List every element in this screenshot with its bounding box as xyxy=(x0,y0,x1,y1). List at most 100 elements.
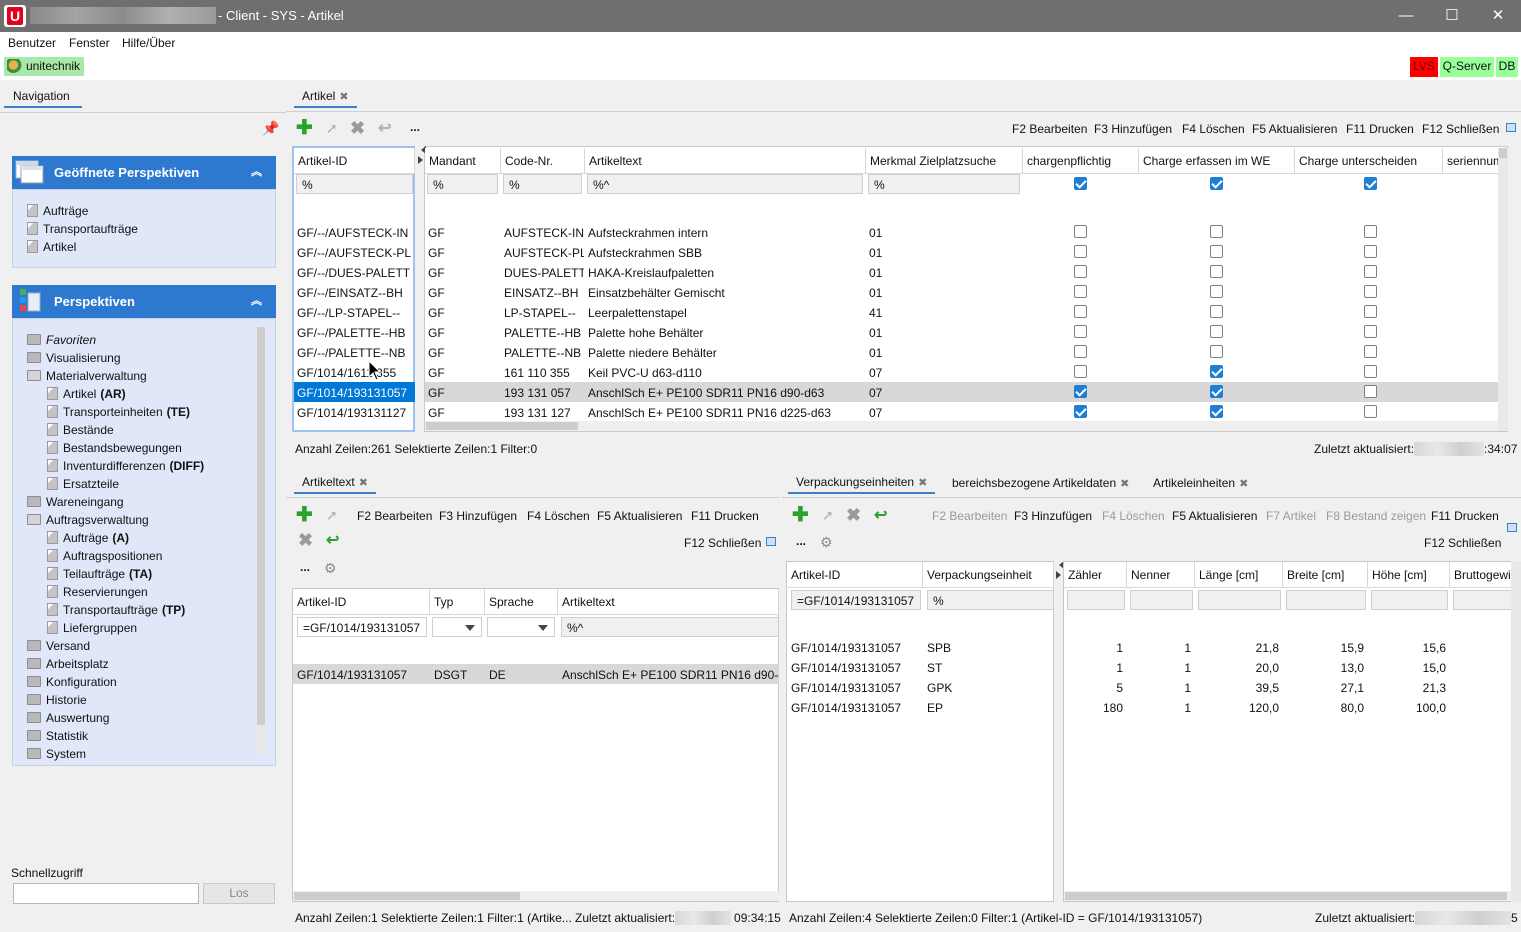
tree-item-aufträge[interactable]: Aufträge (A) xyxy=(47,531,129,545)
tree-item-ersatzteile[interactable]: Ersatzteile xyxy=(47,477,119,491)
filter-hoehe-input[interactable] xyxy=(1371,590,1448,610)
f3-add-button[interactable]: F3 Hinzufügen xyxy=(439,509,517,523)
opened-item-transportauftraege[interactable]: Transportaufträge xyxy=(27,222,138,236)
row-c2-checkbox[interactable] xyxy=(1210,225,1223,238)
pin-icon[interactable]: 📌 xyxy=(262,120,279,137)
filter-typ-select[interactable] xyxy=(432,617,482,637)
scroll-thumb[interactable] xyxy=(426,422,578,430)
more-button[interactable]: ... xyxy=(300,560,310,574)
perspectives-scrollbar[interactable] xyxy=(256,327,266,753)
col-charge-unterscheiden[interactable]: Charge unterscheiden xyxy=(1295,148,1443,174)
tree-item-auftragspositionen[interactable]: Auftragspositionen xyxy=(47,549,162,563)
settings-gear-icon[interactable]: ⚙ xyxy=(324,560,337,577)
vp-fkey-f3-button[interactable]: F3 Hinzufügen xyxy=(1014,509,1092,523)
filter-artikel-id-input[interactable]: =GF/1014/193131057 xyxy=(791,590,921,610)
tab-artikel[interactable]: Artikel ✖ xyxy=(294,84,357,108)
tree-item-wareneingang[interactable]: Wareneingang xyxy=(27,495,124,509)
tree-item-historie[interactable]: Historie xyxy=(27,693,87,707)
col-artikeltext[interactable]: Artikeltext xyxy=(558,589,779,615)
row-c3-checkbox[interactable] xyxy=(1364,285,1377,298)
tree-item-arbeitsplatz[interactable]: Arbeitsplatz xyxy=(27,657,109,671)
f4-delete-button[interactable]: F4 Löschen xyxy=(527,509,590,523)
row-c3-checkbox[interactable] xyxy=(1364,245,1377,258)
filter-code-input[interactable]: % xyxy=(503,174,582,194)
tree-item-artikel[interactable]: Artikel (AR) xyxy=(47,387,126,401)
tree-item-konfiguration[interactable]: Konfiguration xyxy=(27,675,117,689)
vp-fkey-f11-button[interactable]: F11 Drucken xyxy=(1431,509,1499,523)
col-artikel-id[interactable]: Artikel-ID xyxy=(787,562,923,588)
tree-item-bestände[interactable]: Bestände xyxy=(47,423,114,437)
vp-fkey-f5-button[interactable]: F5 Aktualisieren xyxy=(1172,509,1257,523)
tab-artikeleinheiten[interactable]: Artikeleinheiten ✖ xyxy=(1153,476,1248,490)
article-grid-vscrollbar[interactable] xyxy=(1498,148,1508,431)
filter-artikeltext-input[interactable]: %^ xyxy=(587,174,863,194)
filter-chargenpflichtig-checkbox[interactable] xyxy=(1074,177,1087,190)
filter-charge-erfassen-checkbox[interactable] xyxy=(1210,177,1223,190)
tree-item-teilaufträge[interactable]: Teilaufträge (TA) xyxy=(47,567,152,581)
col-mandant[interactable]: Mandant xyxy=(425,148,501,174)
col-charge-erfassen[interactable]: Charge erfassen im WE xyxy=(1139,148,1295,174)
row-c2-checkbox[interactable] xyxy=(1210,385,1223,398)
row-c2-checkbox[interactable] xyxy=(1210,345,1223,358)
row-c1-checkbox[interactable] xyxy=(1074,325,1087,338)
row-c3-checkbox[interactable] xyxy=(1364,385,1377,398)
filter-mandant-input[interactable]: % xyxy=(427,174,498,194)
tree-item-versand[interactable]: Versand xyxy=(27,639,90,653)
row-c3-checkbox[interactable] xyxy=(1364,405,1377,418)
tree-item-favoriten[interactable]: Favoriten xyxy=(27,333,96,347)
f5-refresh-button[interactable]: F5 Aktualisieren xyxy=(597,509,682,523)
quick-access-go-button[interactable]: Los xyxy=(203,883,275,904)
menu-hilfe[interactable]: Hilfe/Über xyxy=(122,36,175,50)
menu-benutzer[interactable]: Benutzer xyxy=(8,36,56,50)
row-c1-checkbox[interactable] xyxy=(1074,345,1087,358)
row-c1-checkbox[interactable] xyxy=(1074,225,1087,238)
view-menu-icon[interactable] xyxy=(1507,523,1517,532)
opened-perspectives-header[interactable]: Geöffnete Perspektiven ︽ xyxy=(12,156,276,189)
opened-item-auftraege[interactable]: Aufträge xyxy=(27,204,88,218)
filter-sprache-select[interactable] xyxy=(487,617,555,637)
col-hoehe[interactable]: Höhe [cm] xyxy=(1368,562,1450,588)
tab-bereichsbezogene-artikeldaten[interactable]: bereichsbezogene Artikeldaten ✖ xyxy=(952,476,1129,490)
filter-artikeltext-input[interactable]: %^ xyxy=(561,617,779,637)
f11-print-button[interactable]: F11 Drucken xyxy=(691,509,759,523)
filter-merkmal-input[interactable]: % xyxy=(868,174,1020,194)
col-artikel-id[interactable]: Artikel-ID xyxy=(294,148,415,174)
row-c1-checkbox[interactable] xyxy=(1074,385,1087,398)
vp-fkey-f4-button[interactable]: F4 Löschen xyxy=(1102,509,1165,523)
vp-fkey-f8-button[interactable]: F8 Bestand zeigen xyxy=(1326,509,1426,523)
tree-item-materialverwaltung[interactable]: Materialverwaltung xyxy=(27,369,147,383)
tree-item-auftragsverwaltung[interactable]: Auftragsverwaltung xyxy=(27,513,149,527)
row-c2-checkbox[interactable] xyxy=(1210,285,1223,298)
col-zaehler[interactable]: Zähler xyxy=(1064,562,1127,588)
row-c2-checkbox[interactable] xyxy=(1210,265,1223,278)
f12-close-button[interactable]: F12 Schließen xyxy=(1424,536,1501,550)
filter-breite-input[interactable] xyxy=(1286,590,1366,610)
f12-close-button[interactable]: F12 Schließen xyxy=(684,536,761,550)
view-menu-icon[interactable] xyxy=(766,537,776,546)
filter-nenner-input[interactable] xyxy=(1130,590,1193,610)
opened-item-artikel[interactable]: Artikel xyxy=(27,240,76,254)
add-icon[interactable]: ✚ xyxy=(792,505,809,525)
minimize-button[interactable]: — xyxy=(1383,0,1429,32)
close-tab-icon[interactable]: ✖ xyxy=(359,477,368,489)
filter-laenge-input[interactable] xyxy=(1198,590,1281,610)
col-merkmal-zielplatzsuche[interactable]: Merkmal Zielplatzsuche xyxy=(866,148,1023,174)
col-verpackungseinheit[interactable]: Verpackungseinheit xyxy=(923,562,1054,588)
row-c1-checkbox[interactable] xyxy=(1074,405,1087,418)
row-c1-checkbox[interactable] xyxy=(1074,245,1087,258)
filter-artikel-id-input[interactable]: % xyxy=(296,174,413,194)
row-c2-checkbox[interactable] xyxy=(1210,405,1223,418)
tree-item-bestandsbewegungen[interactable]: Bestandsbewegungen xyxy=(47,441,182,455)
delete-icon[interactable]: ✖ xyxy=(298,530,313,551)
close-window-button[interactable]: ✕ xyxy=(1475,0,1521,32)
tree-item-transportaufträge[interactable]: Transportaufträge (TP) xyxy=(47,603,185,617)
status-q-server[interactable]: Q-Server xyxy=(1440,57,1494,77)
tree-item-transporteinheiten[interactable]: Transporteinheiten (TE) xyxy=(47,405,190,419)
close-tab-icon[interactable]: ✖ xyxy=(1120,478,1129,490)
col-code-nr[interactable]: Code-Nr. xyxy=(501,148,585,174)
more-button[interactable]: ... xyxy=(796,534,806,548)
menu-fenster[interactable]: Fenster xyxy=(69,36,110,50)
tree-item-reservierungen[interactable]: Reservierungen xyxy=(47,585,148,599)
tree-item-visualisierung[interactable]: Visualisierung xyxy=(27,351,121,365)
row-c3-checkbox[interactable] xyxy=(1364,325,1377,338)
